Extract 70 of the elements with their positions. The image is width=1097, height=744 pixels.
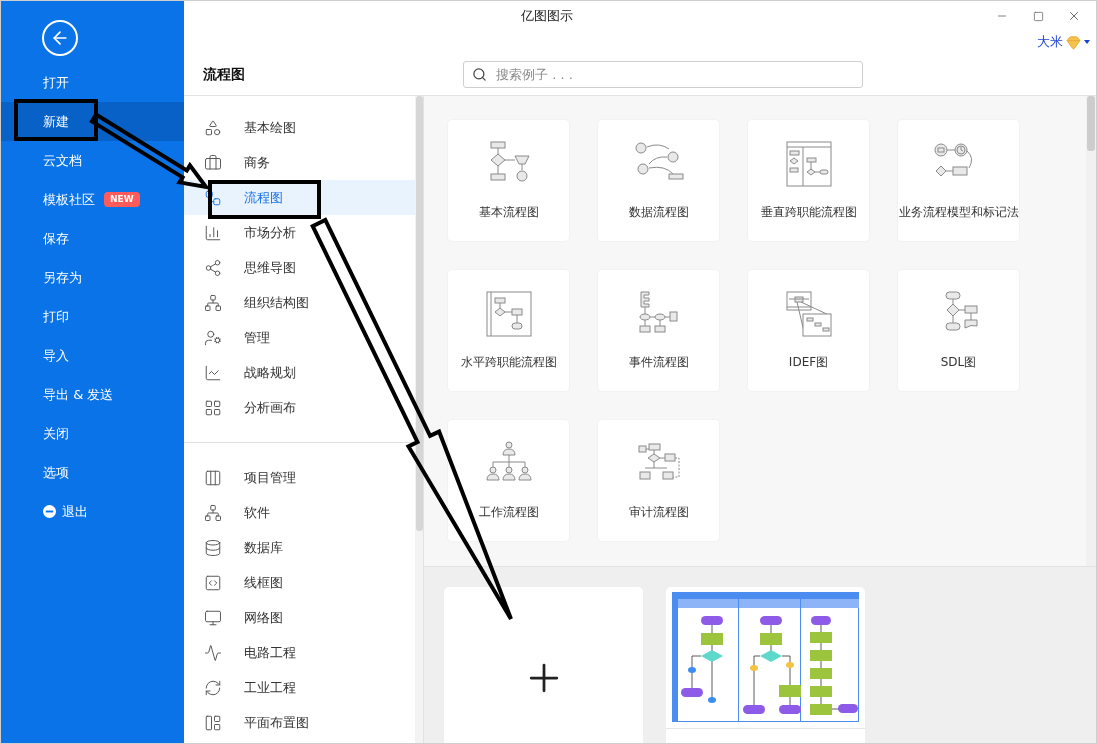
category-item[interactable]: 项目管理 <box>184 460 415 495</box>
category-item[interactable]: 软件 <box>184 495 415 530</box>
category-item[interactable]: 战略规划 <box>184 355 415 390</box>
back-button[interactable] <box>42 20 78 56</box>
category-item[interactable]: 组织结构图 <box>184 285 415 320</box>
window-title: 亿图图示 <box>521 7 573 26</box>
template-card[interactable]: 工作流程图 <box>448 420 569 541</box>
maximize-icon <box>1032 10 1044 22</box>
briefcase-icon <box>204 153 222 172</box>
example-card[interactable] <box>666 587 865 743</box>
sidebar-item[interactable]: 关闭 <box>1 414 184 453</box>
scrollbar-thumb[interactable] <box>1087 96 1095 151</box>
category-item[interactable]: 流程图 <box>184 180 415 215</box>
pulse-icon <box>204 643 222 662</box>
search-field[interactable]: 搜索例子 . . . <box>463 60 863 88</box>
sidebar-item[interactable]: 保存 <box>1 219 184 258</box>
code-window-icon <box>204 573 222 592</box>
sidebar-item[interactable]: 打印 <box>1 297 184 336</box>
bar-chart-icon <box>204 223 222 242</box>
search-icon <box>472 66 487 82</box>
line-chart-icon <box>204 363 222 382</box>
category-item[interactable]: 平面布置图 <box>184 705 415 740</box>
sidebar-item[interactable]: 选项 <box>1 453 184 492</box>
minus-circle-icon <box>43 505 56 518</box>
template-card[interactable]: IDEF图 <box>748 270 869 391</box>
sidebar-item[interactable]: 导入 <box>1 336 184 375</box>
template-card[interactable]: 垂直跨职能流程图 <box>748 120 869 241</box>
template-card[interactable]: 业务流程模型和标记法 <box>898 120 1019 241</box>
new-badge: NEW <box>104 192 140 207</box>
sidebar-item[interactable]: 云文档 <box>1 141 184 180</box>
floor-plan-icon <box>204 713 222 732</box>
category-item[interactable]: 基本绘图 <box>184 110 415 145</box>
columns-icon <box>204 468 222 487</box>
section-title: 流程图 <box>203 66 245 82</box>
scrollbar-thumb[interactable] <box>415 96 423 531</box>
template-card[interactable]: 基本流程图 <box>448 120 569 241</box>
template-card[interactable]: 数据流程图 <box>598 120 719 241</box>
shapes-icon <box>204 118 222 137</box>
flowchart-icon <box>204 188 222 207</box>
template-card[interactable]: 事件流程图 <box>598 270 719 391</box>
category-item[interactable]: 网络图 <box>184 600 415 635</box>
diamond-icon <box>1066 34 1081 50</box>
caret-icon <box>1084 40 1090 44</box>
org-chart-icon <box>204 293 222 312</box>
template-card[interactable]: 审计流程图 <box>598 420 719 541</box>
sidebar-item[interactable]: 导出 & 发送 <box>1 375 184 414</box>
category-item[interactable]: 分析画布 <box>184 390 415 425</box>
sidebar-item[interactable]: 退出 <box>1 492 184 531</box>
category-item[interactable]: 电路工程 <box>184 635 415 670</box>
category-item[interactable]: 线框图 <box>184 565 415 600</box>
user-gear-icon <box>204 328 222 347</box>
sidebar-item[interactable]: 打开 <box>1 63 184 102</box>
database-icon <box>204 538 222 557</box>
category-item[interactable]: 工业工程 <box>184 670 415 705</box>
hierarchy-icon <box>204 503 222 522</box>
category-item[interactable]: 数据库 <box>184 530 415 565</box>
category-item[interactable]: 管理 <box>184 320 415 355</box>
template-card[interactable]: SDL图 <box>898 270 1019 391</box>
sidebar-item[interactable]: 模板社区 NEW <box>1 180 184 219</box>
sidebar-item[interactable]: 另存为 <box>1 258 184 297</box>
grid-icon <box>204 398 222 417</box>
close-icon <box>1067 9 1081 23</box>
user-menu-button[interactable]: 大米 <box>1037 32 1090 52</box>
nodes-icon <box>204 258 222 277</box>
template-card[interactable]: 水平跨职能流程图 <box>448 270 569 391</box>
refresh-icon <box>204 678 222 697</box>
monitor-icon <box>204 608 222 627</box>
category-item[interactable]: 思维导图 <box>184 250 415 285</box>
category-item[interactable]: 商务 <box>184 145 415 180</box>
category-item[interactable]: 市场分析 <box>184 215 415 250</box>
